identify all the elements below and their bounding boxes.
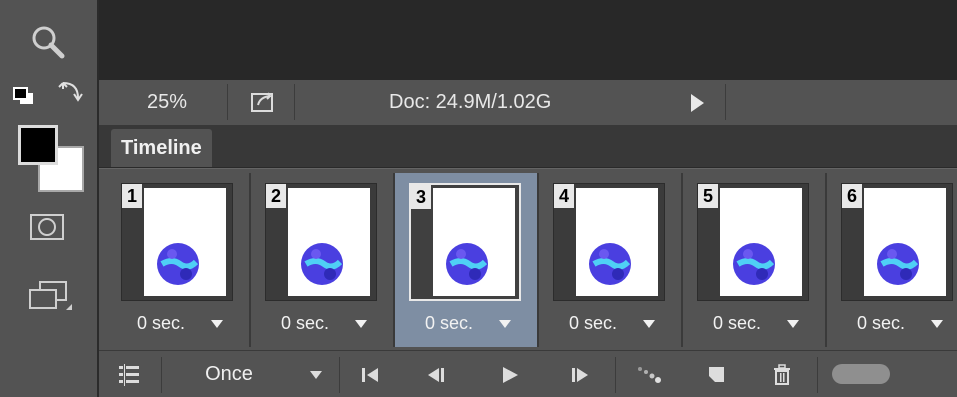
panel-tab-strip: Timeline <box>99 125 957 168</box>
zoom-tool-icon[interactable] <box>30 24 66 60</box>
tween-icon[interactable] <box>633 351 667 397</box>
frame-delay[interactable]: 0 sec. <box>569 313 617 334</box>
status-bar: 25% Doc: 24.9M/1.02G <box>99 80 957 126</box>
frame-delay[interactable]: 0 sec. <box>425 313 473 334</box>
quick-mask-icon[interactable] <box>28 212 66 242</box>
chevron-down-icon[interactable] <box>211 320 223 328</box>
status-menu-arrow-icon[interactable] <box>691 94 704 112</box>
swap-colors-icon[interactable] <box>58 80 84 106</box>
timeline-frames: 1 0 sec. 2 0 sec. 3 0 sec. 4 0 sec. 5 0 … <box>99 168 957 349</box>
thumbnail-page <box>864 188 946 296</box>
thumbnail-page <box>576 188 658 296</box>
document-canvas-area <box>99 0 957 80</box>
zoom-level-field[interactable]: 25% <box>147 91 187 114</box>
thumbnail-page <box>433 188 515 296</box>
photoshop-window: 25% Doc: 24.9M/1.02G Timeline 1 0 sec. 2… <box>0 0 957 397</box>
frame-6[interactable]: 6 0 sec. <box>827 173 957 347</box>
zoom-slider-handle[interactable] <box>832 364 890 384</box>
frame-thumbnail: 4 <box>553 183 665 301</box>
frame-thumbnail: 5 <box>697 183 809 301</box>
globe-image <box>877 243 919 285</box>
frame-1[interactable]: 1 0 sec. <box>107 173 249 347</box>
frame-thumbnail: 6 <box>841 183 953 301</box>
chevron-down-icon[interactable] <box>931 320 943 328</box>
play-icon[interactable] <box>495 351 525 397</box>
thumbnail-page <box>288 188 370 296</box>
previous-frame-icon[interactable] <box>421 351 451 397</box>
share-icon[interactable] <box>249 88 277 114</box>
chevron-down-icon[interactable] <box>499 320 511 328</box>
divider <box>227 84 228 120</box>
divider <box>817 357 818 393</box>
frame-delay[interactable]: 0 sec. <box>281 313 329 334</box>
frame-number: 1 <box>122 184 142 208</box>
loop-option-label: Once <box>205 363 253 385</box>
default-colors-icon[interactable] <box>12 86 36 106</box>
divider <box>294 84 295 120</box>
frame-thumbnail: 3 <box>409 183 521 301</box>
frame-3[interactable]: 3 0 sec. <box>395 173 537 347</box>
frame-delay[interactable]: 0 sec. <box>857 313 905 334</box>
chevron-down-icon[interactable] <box>304 351 328 397</box>
globe-image <box>589 243 631 285</box>
next-frame-icon[interactable] <box>565 351 595 397</box>
frame-delay[interactable]: 0 sec. <box>137 313 185 334</box>
globe-image <box>157 243 199 285</box>
screen-mode-icon[interactable] <box>28 280 74 314</box>
frame-thumbnail: 2 <box>265 183 377 301</box>
chevron-down-icon[interactable] <box>787 320 799 328</box>
frame-number: 5 <box>698 184 718 208</box>
thumbnail-page <box>144 188 226 296</box>
divider <box>615 357 616 393</box>
chevron-down-icon[interactable] <box>355 320 367 328</box>
loop-options-dropdown[interactable]: Once <box>189 351 269 397</box>
tab-timeline[interactable]: Timeline <box>111 129 212 167</box>
frame-delay[interactable]: 0 sec. <box>713 313 761 334</box>
frame-5[interactable]: 5 0 sec. <box>683 173 825 347</box>
tools-panel <box>0 0 99 397</box>
divider <box>339 357 340 393</box>
document-size-info: Doc: 24.9M/1.02G <box>389 91 552 113</box>
divider <box>161 357 162 393</box>
chevron-down-icon[interactable] <box>643 320 655 328</box>
frame-2[interactable]: 2 0 sec. <box>251 173 393 347</box>
duplicate-frame-icon[interactable] <box>701 351 731 397</box>
first-frame-icon[interactable] <box>355 351 385 397</box>
timeline-controls: Once <box>99 350 957 397</box>
frame-number: 2 <box>266 184 286 208</box>
delete-frame-icon[interactable] <box>767 351 797 397</box>
divider <box>725 84 726 120</box>
frame-number: 3 <box>411 185 431 209</box>
globe-image <box>733 243 775 285</box>
frame-number: 4 <box>554 184 574 208</box>
globe-image <box>446 243 488 285</box>
convert-timeline-icon[interactable] <box>109 351 149 397</box>
foreground-color-swatch[interactable] <box>18 125 58 165</box>
thumbnail-page <box>720 188 802 296</box>
globe-image <box>301 243 343 285</box>
frame-4[interactable]: 4 0 sec. <box>539 173 681 347</box>
frame-thumbnail: 1 <box>121 183 233 301</box>
frame-number: 6 <box>842 184 862 208</box>
